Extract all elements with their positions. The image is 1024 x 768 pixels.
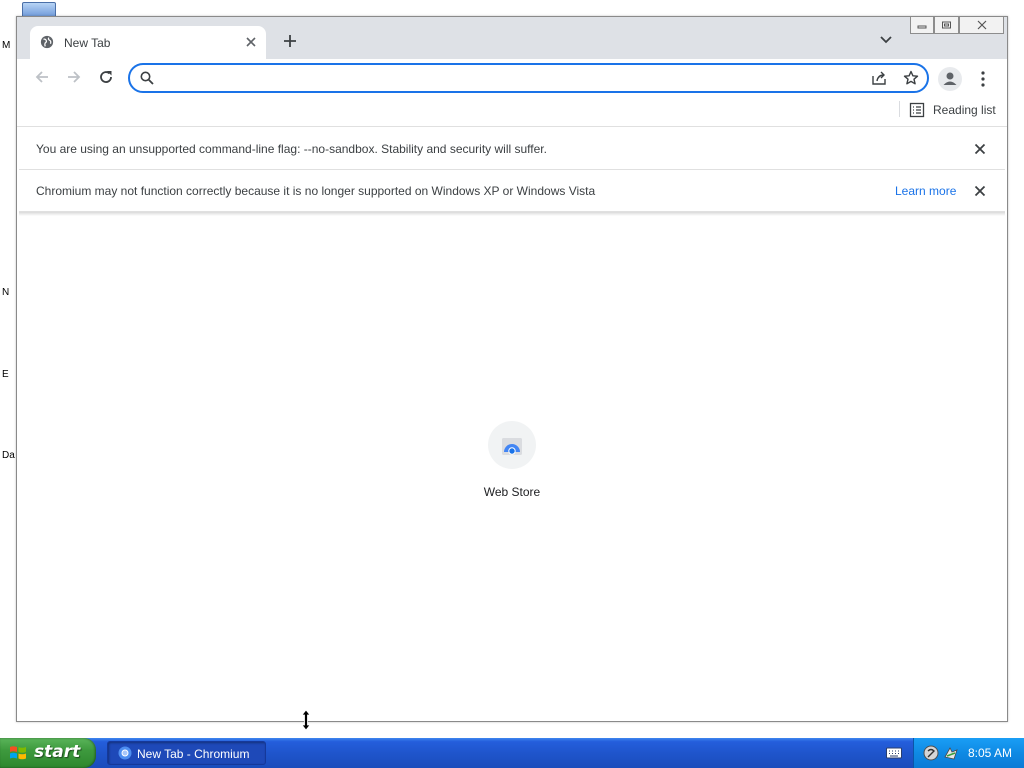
- taskbar-item-chromium[interactable]: New Tab - Chromium: [107, 741, 266, 765]
- address-input[interactable]: [162, 68, 862, 88]
- taskbar: start New Tab - Chromium 8:05 AM: [0, 738, 1024, 768]
- web-store-icon: [502, 438, 522, 455]
- start-button[interactable]: start: [0, 738, 96, 768]
- address-bar[interactable]: [128, 63, 929, 93]
- windows-logo-icon: [10, 746, 26, 760]
- reload-button[interactable]: [97, 68, 115, 86]
- restore-icon: [941, 21, 951, 29]
- desktop-icon-label[interactable]: N: [2, 287, 16, 298]
- close-icon[interactable]: [974, 143, 986, 155]
- resize-cursor-icon: [301, 709, 311, 731]
- system-tray: 8:05 AM: [913, 738, 1024, 768]
- globe-icon: [40, 35, 54, 49]
- bookmarks-separator: [899, 101, 900, 117]
- bookmarks-bar: Reading list: [17, 97, 1007, 127]
- infobar-text: Chromium may not function correctly beca…: [36, 184, 596, 198]
- browser-window: New Tab Reading list You are using an un…: [16, 16, 1008, 722]
- tab-title: New Tab: [64, 36, 111, 50]
- toolbar: [17, 59, 1007, 97]
- infobar-sandbox-warning: You are using an unsupported command-lin…: [19, 128, 1005, 170]
- star-icon[interactable]: [903, 70, 919, 86]
- tab-new-tab[interactable]: New Tab: [30, 26, 266, 59]
- reading-list-icon: [909, 102, 925, 118]
- minimize-button[interactable]: [910, 17, 934, 34]
- search-icon: [140, 71, 154, 85]
- profile-button[interactable]: [938, 67, 962, 91]
- infobar-unsupported-os: Chromium may not function correctly beca…: [19, 170, 1005, 212]
- desktop-icon-label[interactable]: Da: [2, 450, 16, 461]
- share-icon[interactable]: [871, 70, 887, 86]
- shortcut-label: Web Store: [483, 485, 541, 499]
- start-label: start: [34, 742, 81, 762]
- infobar-shadow: [19, 212, 1005, 216]
- desktop-icon-label[interactable]: M: [2, 40, 16, 51]
- new-tab-page: Web Store: [19, 213, 1005, 721]
- close-icon[interactable]: [974, 185, 986, 197]
- tab-strip: New Tab: [17, 17, 1007, 59]
- close-icon[interactable]: [245, 36, 257, 48]
- infobar-text: You are using an unsupported command-lin…: [36, 142, 547, 156]
- avatar-icon: [943, 72, 957, 85]
- shortcut-icon-circle: [488, 421, 536, 469]
- menu-button[interactable]: [975, 70, 991, 88]
- shortcut-web-store[interactable]: Web Store: [474, 421, 550, 505]
- keyboard-icon[interactable]: [886, 747, 902, 759]
- taskbar-item-label: New Tab - Chromium: [137, 747, 250, 761]
- window-close-button[interactable]: [959, 17, 1004, 34]
- reading-list-label: Reading list: [933, 103, 996, 117]
- new-tab-button[interactable]: [281, 32, 299, 50]
- forward-button[interactable]: [65, 68, 83, 86]
- learn-more-link[interactable]: Learn more: [895, 184, 956, 198]
- back-button[interactable]: [33, 68, 51, 86]
- restore-button[interactable]: [934, 17, 959, 34]
- desktop-icon-label[interactable]: E: [2, 369, 16, 380]
- close-icon: [977, 20, 986, 30]
- chevron-down-icon[interactable]: [879, 35, 893, 45]
- clock[interactable]: 8:05 AM: [968, 746, 1012, 760]
- chromium-icon: [118, 746, 132, 760]
- speaker-icon[interactable]: [923, 745, 939, 761]
- network-icon[interactable]: [943, 745, 959, 761]
- minimize-icon: [917, 25, 927, 29]
